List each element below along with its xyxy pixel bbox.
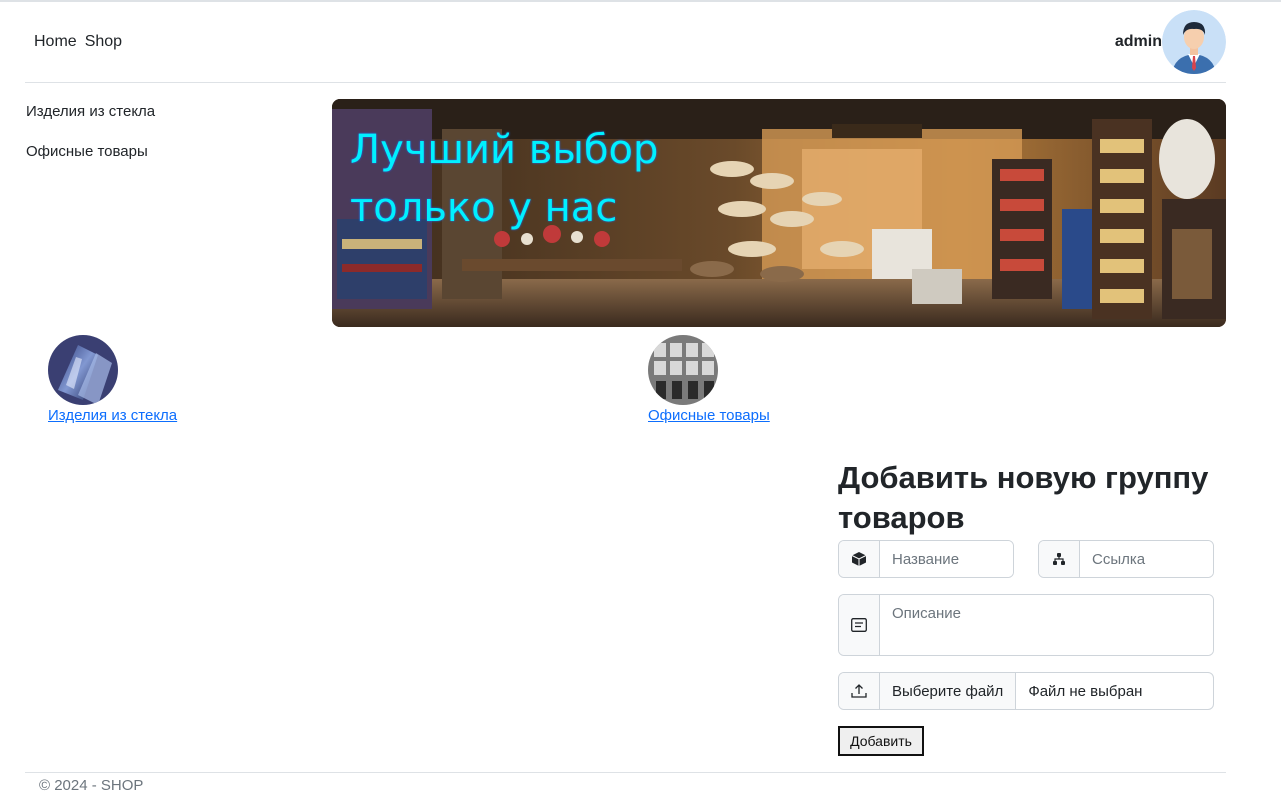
footer: © 2024 - SHOP bbox=[25, 772, 1226, 794]
category-card-glass: Изделия из стекла bbox=[48, 335, 177, 424]
nav-shop-link[interactable]: Shop bbox=[85, 33, 122, 51]
category-thumbnail-office[interactable] bbox=[648, 335, 718, 405]
box-icon bbox=[839, 541, 880, 577]
diagram-icon bbox=[1039, 541, 1080, 577]
banner-title: Лучший выбор только у нас bbox=[350, 121, 670, 237]
user-menu[interactable]: admin bbox=[1115, 10, 1226, 74]
add-button[interactable]: Добавить bbox=[838, 726, 924, 756]
hero-banner: Лучший выбор только у нас bbox=[332, 99, 1226, 327]
office-image-icon bbox=[648, 335, 718, 405]
link-input[interactable] bbox=[1080, 541, 1213, 577]
banner-title-line2: только у нас bbox=[350, 185, 618, 231]
sidebar: Изделия из стекла Офисные товары bbox=[26, 100, 306, 180]
top-border bbox=[0, 0, 1281, 2]
file-status: Файл не выбран bbox=[1028, 682, 1143, 700]
link-input-group bbox=[1038, 540, 1214, 578]
name-input[interactable] bbox=[880, 541, 1013, 577]
footer-copyright: © 2024 - SHOP bbox=[39, 777, 144, 794]
nav-home-link[interactable]: Home bbox=[34, 33, 77, 51]
add-group-form: Добавить новую группу товаров bbox=[838, 458, 1214, 538]
description-textarea[interactable] bbox=[880, 595, 1213, 655]
sidebar-item-glass[interactable]: Изделия из стекла bbox=[26, 100, 306, 140]
sidebar-item-office[interactable]: Офисные товары bbox=[26, 140, 306, 180]
description-input-group bbox=[838, 594, 1214, 656]
banner-title-line1: Лучший выбор bbox=[350, 127, 659, 173]
name-input-group bbox=[838, 540, 1014, 578]
glass-image-icon bbox=[48, 335, 118, 405]
category-card-office: Офисные товары bbox=[648, 335, 770, 424]
user-avatar-icon bbox=[1162, 10, 1226, 74]
form-title: Добавить новую группу товаров bbox=[838, 460, 1209, 535]
file-input-group: Выберите файл Файл не выбран bbox=[838, 672, 1214, 710]
category-link-office[interactable]: Офисные товары bbox=[648, 407, 770, 424]
upload-icon bbox=[839, 673, 880, 709]
avatar[interactable] bbox=[1162, 10, 1226, 74]
category-thumbnail-glass[interactable] bbox=[48, 335, 118, 405]
main-nav: Home Shop bbox=[34, 33, 122, 51]
card-text-icon bbox=[839, 595, 880, 655]
category-link-glass[interactable]: Изделия из стекла bbox=[48, 407, 177, 424]
choose-file-button[interactable]: Выберите файл bbox=[880, 673, 1017, 709]
header: Home Shop admin bbox=[25, 10, 1226, 83]
username: admin bbox=[1114, 33, 1162, 50]
